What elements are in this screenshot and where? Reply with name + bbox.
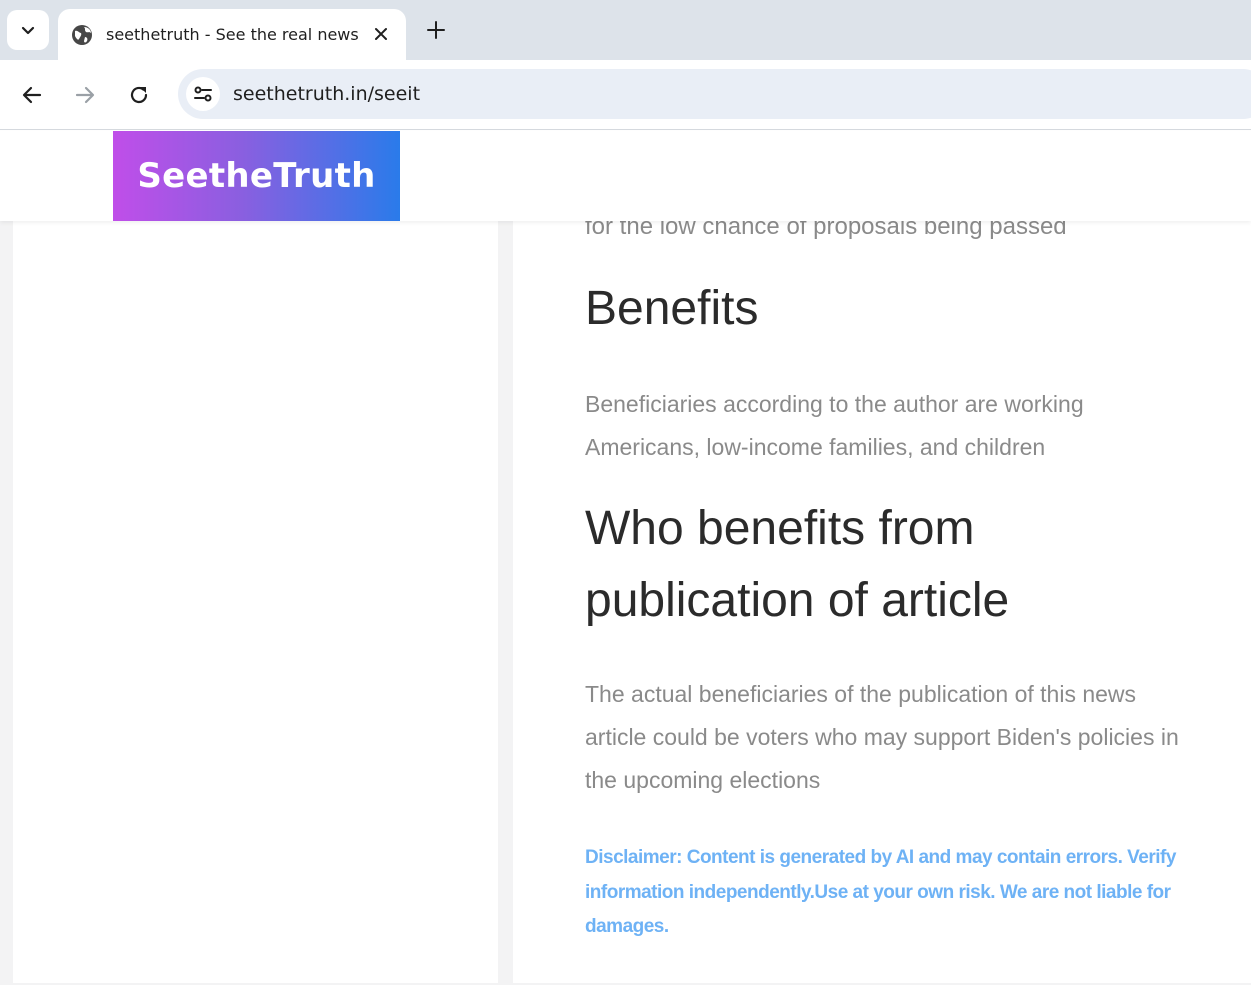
who-benefits-heading: Who benefits from publication of article (585, 502, 1010, 627)
address-bar[interactable]: seethetruth.in/seeit (178, 69, 1251, 119)
url-text: seethetruth.in/seeit (233, 83, 421, 105)
site-header: SeetheTruth (0, 131, 1251, 221)
close-tab-button[interactable] (370, 23, 392, 45)
back-arrow-icon (22, 86, 42, 104)
site-info-button[interactable] (186, 77, 220, 111)
site-logo[interactable]: SeetheTruth (113, 131, 400, 221)
browser-toolbar: seethetruth.in/seeit (0, 60, 1251, 130)
site-settings-icon (194, 86, 212, 102)
tab-search-button[interactable] (7, 10, 49, 50)
logo-text: SeetheTruth (137, 156, 376, 196)
back-button[interactable] (14, 77, 50, 113)
who-benefits-paragraph: The actual beneficiaries of the publicat… (585, 681, 1179, 793)
globe-icon (71, 24, 93, 46)
new-tab-button[interactable] (420, 14, 452, 46)
tab-strip: seethetruth - See the real news (0, 0, 1251, 60)
sidebar-card (13, 131, 498, 983)
active-tab[interactable]: seethetruth - See the real news (58, 9, 406, 60)
disclaimer-text: Disclaimer: Content is generated by AI a… (585, 847, 1176, 937)
page-background: for the low chance of proposals being pa… (0, 131, 1251, 985)
reload-icon (130, 86, 148, 104)
chevron-down-icon (21, 26, 35, 35)
forward-button[interactable] (67, 77, 103, 113)
tab-title: seethetruth - See the real news (106, 25, 359, 44)
benefits-heading: Benefits (585, 282, 759, 335)
benefits-paragraph: Beneficiaries according to the author ar… (585, 391, 1084, 460)
plus-icon (427, 21, 445, 39)
reload-button[interactable] (121, 77, 157, 113)
close-icon (375, 28, 387, 40)
forward-arrow-icon (75, 86, 95, 104)
